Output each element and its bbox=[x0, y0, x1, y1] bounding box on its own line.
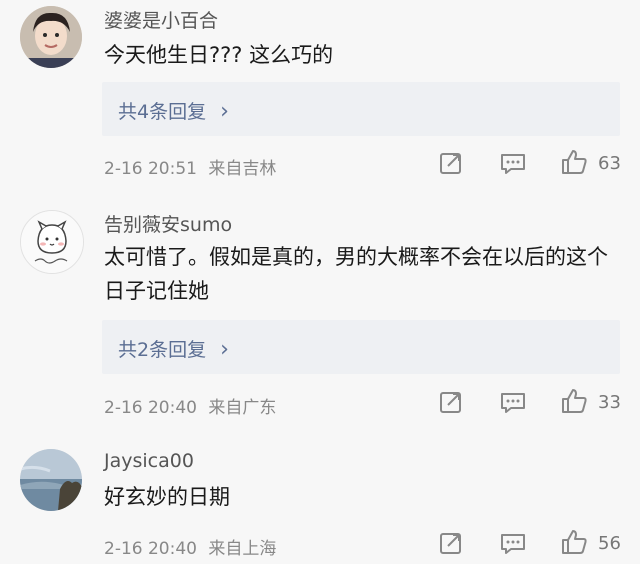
comment-date: 2-16 20:40 bbox=[104, 398, 197, 418]
comment-item: 告别薇安sumo 太可惜了。假如是真的，男的大概率不会在以后的这个日子记住她 共… bbox=[0, 190, 640, 430]
comment-text: 今天他生日??? 这么巧的 bbox=[104, 43, 334, 67]
comment-location: 来自上海 bbox=[208, 539, 277, 559]
comment-text: 太可惜了。假如是真的，男的大概率不会在以后的这个日子记住她 bbox=[104, 245, 608, 303]
share-icon[interactable] bbox=[438, 530, 464, 556]
like-count: 33 bbox=[598, 392, 621, 413]
comment-meta: 2-16 20:40 来自上海 bbox=[104, 534, 276, 559]
share-icon[interactable] bbox=[438, 389, 464, 415]
like-icon[interactable] bbox=[560, 148, 588, 176]
replies-count: 共2条回复 bbox=[118, 339, 207, 361]
comment-meta: 2-16 20:40 来自广东 bbox=[104, 393, 276, 418]
avatar-image bbox=[20, 449, 82, 511]
username[interactable]: 婆婆是小百合 bbox=[104, 6, 218, 33]
comment-icon[interactable] bbox=[500, 389, 526, 415]
comment-location: 来自吉林 bbox=[208, 159, 277, 179]
avatar-image bbox=[20, 6, 82, 68]
like-count: 56 bbox=[598, 533, 621, 554]
like-icon[interactable] bbox=[560, 387, 588, 415]
comment-item: Jaysica00 好玄妙的日期 2-16 20:40 来自上海 56 bbox=[0, 430, 640, 564]
share-icon[interactable] bbox=[438, 150, 464, 176]
replies-link[interactable]: 共4条回复 › bbox=[118, 97, 229, 124]
chevron-right-icon: › bbox=[220, 99, 229, 124]
comment-icon[interactable] bbox=[500, 530, 526, 556]
username[interactable]: 告别薇安sumo bbox=[104, 210, 232, 237]
comment-date: 2-16 20:51 bbox=[104, 159, 197, 179]
avatar[interactable] bbox=[20, 210, 84, 274]
comment-meta: 2-16 20:51 来自吉林 bbox=[104, 154, 276, 179]
like-count: 63 bbox=[598, 153, 621, 174]
avatar-image bbox=[21, 211, 83, 273]
comment-date: 2-16 20:40 bbox=[104, 539, 197, 559]
chevron-right-icon: › bbox=[220, 337, 229, 362]
comment-item: 婆婆是小百合 今天他生日??? 这么巧的 共4条回复 › 2-16 20:51 … bbox=[0, 0, 640, 190]
comment-icon[interactable] bbox=[500, 150, 526, 176]
replies-link[interactable]: 共2条回复 › bbox=[118, 335, 229, 362]
replies-box[interactable]: 共4条回复 › bbox=[102, 82, 620, 136]
like-icon[interactable] bbox=[560, 528, 588, 556]
comment-text: 好玄妙的日期 bbox=[104, 485, 230, 509]
replies-box[interactable]: 共2条回复 › bbox=[102, 320, 620, 374]
avatar[interactable] bbox=[20, 449, 82, 511]
replies-count: 共4条回复 bbox=[118, 101, 207, 123]
comment-location: 来自广东 bbox=[208, 398, 277, 418]
username[interactable]: Jaysica00 bbox=[104, 450, 194, 472]
avatar[interactable] bbox=[20, 6, 82, 68]
